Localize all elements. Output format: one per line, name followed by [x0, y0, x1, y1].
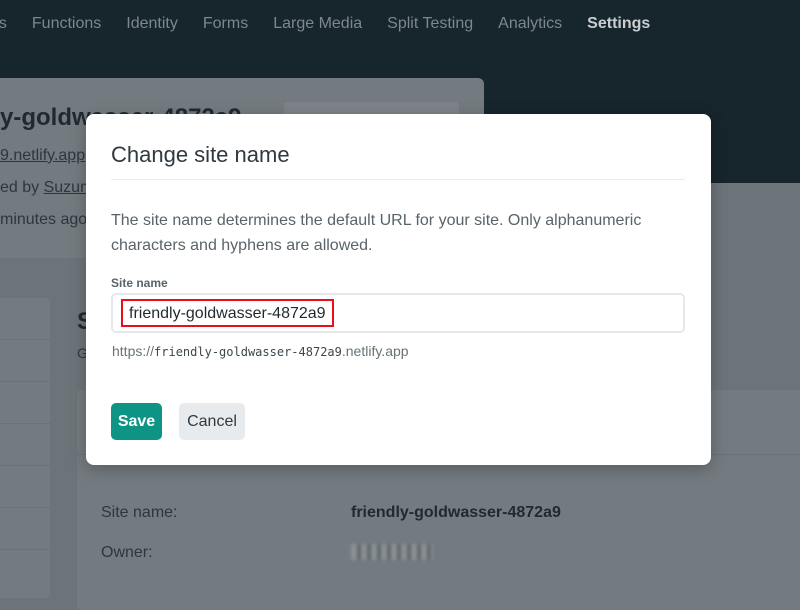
change-site-name-dialog: Change site name The site name determine… — [86, 114, 711, 465]
nav-item-settings[interactable]: Settings — [587, 15, 650, 33]
divider — [111, 179, 685, 180]
site-name-field-label: Site name — [111, 276, 168, 290]
dialog-title: Change site name — [111, 142, 290, 167]
site-name-label: Site name: — [101, 504, 178, 521]
nav-item-split-testing[interactable]: Split Testing — [387, 15, 473, 33]
save-button[interactable]: Save — [111, 403, 162, 440]
nav-item-forms[interactable]: Forms — [203, 15, 248, 33]
nav-item-large-media[interactable]: Large Media — [273, 15, 362, 33]
site-name-value: friendly-goldwasser-4872a9 — [351, 504, 561, 521]
site-name-input-value[interactable]: friendly-goldwasser-4872a9 — [121, 299, 334, 327]
nav-item-identity[interactable]: Identity — [126, 15, 178, 33]
nav-item-analytics[interactable]: Analytics — [498, 15, 562, 33]
last-update: minutes ago) — [0, 211, 93, 228]
owner-label: Owner: — [101, 544, 153, 561]
settings-sidebar — [0, 298, 50, 598]
dialog-description: The site name determines the default URL… — [111, 212, 642, 254]
owned-by-text: ed by — [0, 179, 44, 196]
url-preview: https://friendly-goldwasser-4872a9.netli… — [112, 343, 409, 359]
cancel-button[interactable]: Cancel — [179, 403, 245, 440]
site-url-link[interactable]: 9.netlify.app — [0, 147, 85, 165]
nav-item-plugins[interactable]: ns — [0, 15, 7, 33]
site-name-input[interactable]: friendly-goldwasser-4872a9 — [111, 293, 685, 333]
nav-item-functions[interactable]: Functions — [32, 15, 101, 33]
owner-value-redacted — [351, 544, 433, 560]
